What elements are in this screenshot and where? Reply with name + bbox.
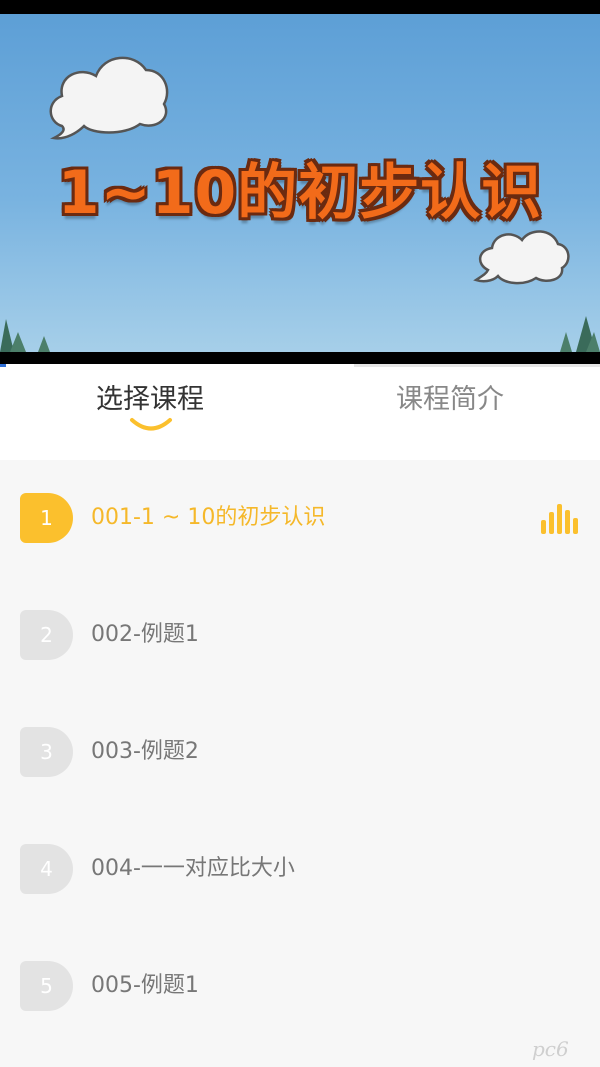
video-player[interactable]: 1~10的初步认识 — [0, 14, 600, 352]
tab-course-intro[interactable]: 课程简介 — [300, 367, 600, 460]
video-title: 1~10的初步认识 — [57, 158, 543, 228]
lesson-number-badge: 5 — [20, 961, 73, 1011]
tab-select-course[interactable]: 选择课程 — [0, 367, 300, 460]
audio-bars-icon — [541, 504, 578, 534]
lesson-title: 002-例题1 — [91, 622, 199, 647]
lesson-item[interactable]: 1 001-1 ~ 10的初步认识 — [0, 460, 600, 577]
lesson-number-badge: 1 — [20, 493, 73, 543]
lesson-list: 1 001-1 ~ 10的初步认识 2 002-例题1 3 003-例题2 4 … — [0, 460, 600, 1067]
cloud-right — [473, 230, 570, 285]
lesson-title: 005-例题1 — [91, 973, 199, 998]
smile-underline-icon — [130, 418, 172, 431]
status-bar — [0, 0, 600, 14]
lesson-item[interactable]: 3 003-例题2 — [0, 694, 600, 811]
lesson-number-badge: 2 — [20, 610, 73, 660]
lesson-title: 004-一一对应比大小 — [91, 856, 295, 881]
tab-bar: 选择课程 课程简介 — [0, 367, 600, 460]
lesson-item[interactable]: 4 004-一一对应比大小 — [0, 811, 600, 928]
lesson-number-badge: 4 — [20, 844, 73, 894]
lesson-number-badge: 3 — [20, 727, 73, 777]
lesson-item[interactable]: 5 005-例题1 — [0, 928, 600, 1045]
lesson-title: 001-1 ~ 10的初步认识 — [91, 505, 326, 530]
cloud-left — [49, 56, 169, 140]
watermark-logo: pc6 — [532, 1037, 569, 1061]
lesson-item[interactable]: 2 002-例题1 — [0, 577, 600, 694]
lesson-title: 003-例题2 — [91, 739, 199, 764]
